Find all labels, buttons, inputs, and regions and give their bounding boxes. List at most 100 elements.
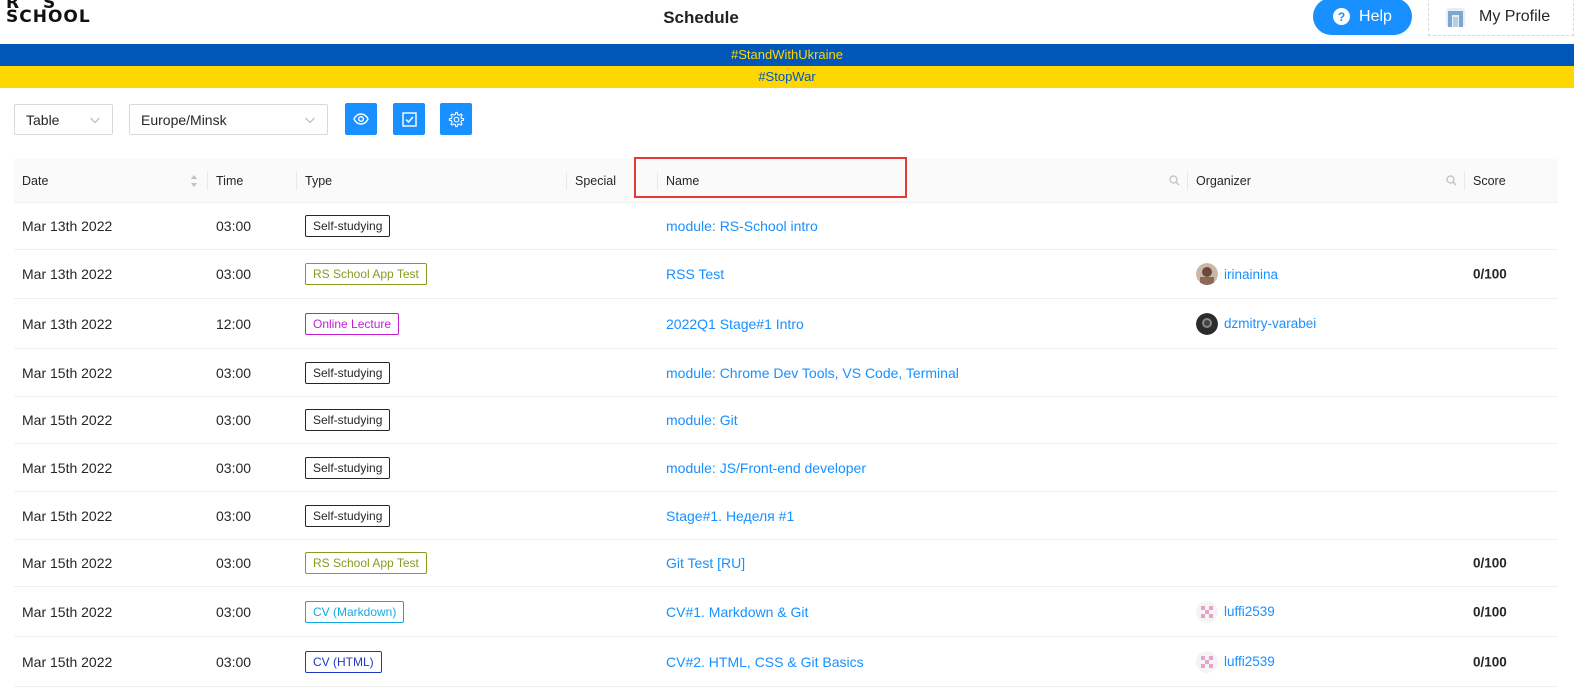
timezone-select[interactable]: Europe/Minsk bbox=[129, 104, 328, 135]
type-tag: RS School App Test bbox=[305, 552, 427, 574]
date-cell: Mar 13th 2022 bbox=[22, 315, 113, 332]
event-name-link[interactable]: 2022Q1 Stage#1 Intro bbox=[666, 316, 804, 332]
stand-with-ukraine-banner: #StandWithUkraine bbox=[0, 44, 1574, 66]
column-header-type: Type bbox=[305, 174, 333, 188]
view-mode-value: Table bbox=[26, 111, 60, 128]
score-cell: 0/100 bbox=[1473, 654, 1507, 669]
date-cell: Mar 15th 2022 bbox=[22, 364, 113, 381]
type-tag: Self-studying bbox=[305, 504, 391, 527]
type-tag: Self-studying bbox=[305, 456, 391, 479]
eye-icon bbox=[353, 113, 369, 125]
time-cell: 03:00 bbox=[216, 555, 252, 571]
type-cell: CV (HTML) bbox=[305, 650, 382, 673]
search-icon[interactable] bbox=[1169, 175, 1180, 186]
organizer-cell[interactable]: luffi2539 bbox=[1196, 600, 1275, 623]
event-name-link[interactable]: Stage#1. Неделя #1 bbox=[666, 508, 794, 524]
organizer-link[interactable]: luffi2539 bbox=[1224, 604, 1275, 619]
event-name-link[interactable]: Git Test [RU] bbox=[666, 555, 745, 571]
sort-icon[interactable] bbox=[190, 174, 198, 188]
organizer-cell[interactable]: luffi2539 bbox=[1196, 650, 1275, 673]
organizer-link[interactable]: luffi2539 bbox=[1224, 654, 1275, 669]
stop-war-banner: #StopWar bbox=[0, 66, 1574, 88]
table-row: Mar 15th 2022 03:00 Self-studying module: C… bbox=[14, 349, 1558, 397]
time-cell: 03:00 bbox=[216, 266, 252, 282]
question-circle-icon: ? bbox=[1333, 8, 1351, 25]
show-columns-button[interactable] bbox=[345, 103, 377, 135]
type-cell: Self-studying bbox=[305, 456, 391, 479]
my-profile-button[interactable]: My Profile bbox=[1428, 0, 1574, 36]
type-tag: Self-studying bbox=[305, 215, 391, 237]
event-name-link[interactable]: module: Chrome Dev Tools, VS Code, Termi… bbox=[666, 365, 959, 381]
table-row: Mar 15th 2022 03:00 Self-studying module: G… bbox=[14, 397, 1558, 444]
time-cell: 12:00 bbox=[216, 315, 252, 332]
event-name-link[interactable]: module: RS-School intro bbox=[666, 218, 818, 234]
settings-button[interactable] bbox=[440, 103, 472, 135]
date-cell: Mar 13th 2022 bbox=[22, 266, 113, 282]
schedule-table: Date Time Type Special Name Organizer Sc… bbox=[14, 157, 1558, 687]
event-name-link[interactable]: CV#1. Markdown & Git bbox=[666, 604, 808, 620]
date-cell: Mar 13th 2022 bbox=[22, 218, 113, 234]
column-divider bbox=[207, 172, 208, 190]
type-cell: CV (Markdown) bbox=[305, 600, 405, 623]
event-name-link[interactable]: module: Git bbox=[666, 412, 738, 428]
type-tag: Self-studying bbox=[305, 409, 391, 431]
gear-icon bbox=[448, 111, 464, 127]
table-row: Mar 13th 2022 03:00 RS School App Test RSS … bbox=[14, 250, 1558, 299]
organizer-cell[interactable]: irinainina bbox=[1196, 263, 1278, 285]
column-divider bbox=[566, 172, 567, 190]
name-column-highlight bbox=[634, 157, 907, 198]
profile-avatar-icon bbox=[1446, 7, 1465, 27]
date-cell: Mar 15th 2022 bbox=[22, 459, 113, 476]
avatar bbox=[1196, 600, 1218, 623]
type-tag: RS School App Test bbox=[305, 263, 427, 285]
score-cell: 0/100 bbox=[1473, 266, 1507, 282]
avatar bbox=[1196, 312, 1218, 335]
column-header-date[interactable]: Date bbox=[22, 159, 48, 203]
type-cell: Self-studying bbox=[305, 215, 391, 237]
chevron-down-icon bbox=[305, 117, 315, 124]
event-name-link[interactable]: module: JS/Front-end developer bbox=[666, 460, 866, 476]
type-tag: CV (HTML) bbox=[305, 650, 382, 673]
avatar bbox=[1196, 263, 1218, 285]
type-cell: Self-studying bbox=[305, 361, 391, 384]
time-cell: 03:00 bbox=[216, 459, 252, 476]
avatar bbox=[1196, 650, 1218, 673]
table-row: Mar 13th 2022 03:00 Self-studying module: R… bbox=[14, 203, 1558, 250]
organizer-link[interactable]: irinainina bbox=[1224, 267, 1278, 282]
page-title: Schedule bbox=[663, 8, 739, 27]
time-cell: 03:00 bbox=[216, 364, 252, 381]
date-cell: Mar 15th 2022 bbox=[22, 555, 113, 571]
event-name-link[interactable]: RSS Test bbox=[666, 266, 724, 282]
score-cell: 0/100 bbox=[1473, 555, 1507, 571]
event-name-link[interactable]: CV#2. HTML, CSS & Git Basics bbox=[666, 654, 864, 670]
table-row: Mar 15th 2022 03:00 CV (HTML) CV#2. HTML, C… bbox=[14, 637, 1558, 687]
view-mode-select[interactable]: Table bbox=[14, 104, 113, 135]
type-cell: RS School App Test bbox=[305, 552, 427, 574]
table-row: Mar 15th 2022 03:00 CV (Markdown) CV#1. Mar… bbox=[14, 587, 1558, 637]
column-header-organizer: Organizer bbox=[1196, 174, 1251, 188]
column-divider bbox=[1187, 172, 1188, 190]
organizer-cell[interactable]: dzmitry-varabei bbox=[1196, 312, 1316, 335]
date-cell: Mar 15th 2022 bbox=[22, 507, 113, 524]
help-button[interactable]: ? Help bbox=[1313, 0, 1412, 35]
column-header-special: Special bbox=[575, 174, 616, 188]
organizer-link[interactable]: dzmitry-varabei bbox=[1224, 316, 1316, 331]
search-icon[interactable] bbox=[1446, 175, 1457, 186]
mark-done-button[interactable] bbox=[393, 103, 425, 135]
time-cell: 03:00 bbox=[216, 507, 252, 524]
time-cell: 03:00 bbox=[216, 653, 252, 670]
type-tag: CV (Markdown) bbox=[305, 600, 405, 623]
column-header-time: Time bbox=[216, 174, 244, 188]
date-cell: Mar 15th 2022 bbox=[22, 603, 113, 620]
table-row: Mar 15th 2022 03:00 Self-studying module: J… bbox=[14, 444, 1558, 492]
column-divider bbox=[1464, 172, 1465, 190]
type-tag: Self-studying bbox=[305, 361, 391, 384]
timezone-value: Europe/Minsk bbox=[141, 111, 227, 128]
column-divider bbox=[296, 172, 297, 190]
score-cell: 0/100 bbox=[1473, 604, 1507, 619]
profile-label: My Profile bbox=[1479, 8, 1551, 25]
chevron-down-icon bbox=[90, 117, 100, 124]
table-header: Date Time Type Special Name Organizer Sc… bbox=[14, 157, 1558, 203]
type-cell: Self-studying bbox=[305, 504, 391, 527]
column-header-score: Score bbox=[1473, 174, 1506, 188]
